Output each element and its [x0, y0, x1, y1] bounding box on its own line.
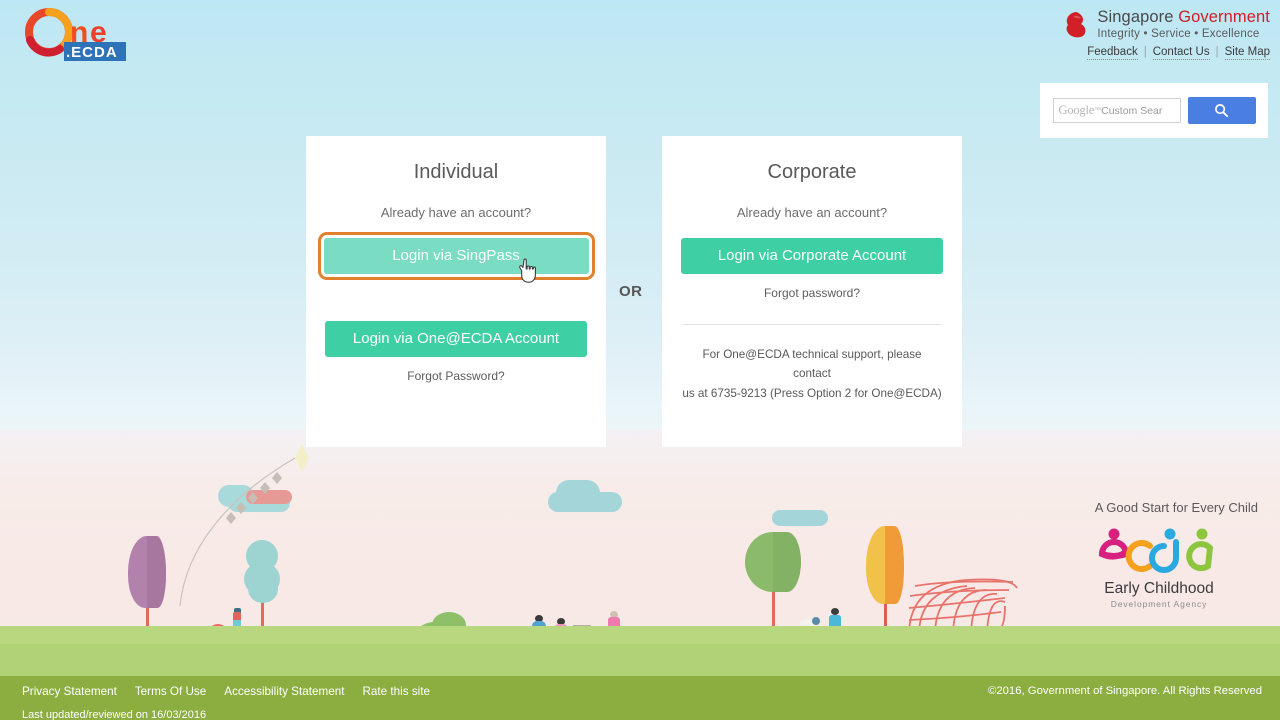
support-line-1: For One@ECDA technical support, please c… [702, 348, 922, 381]
gov-title: Singapore Government [1097, 8, 1270, 27]
individual-card-title: Individual [413, 161, 499, 183]
singapore-lion-icon [1066, 12, 1086, 38]
cloud-icon [556, 480, 600, 506]
agency-name: Early Childhood [1104, 580, 1214, 597]
search-panel: Google ™ Custom Sear [1040, 83, 1268, 138]
gov-motto: Integrity • Service • Excellence [1097, 28, 1260, 40]
gov-title-prefix: Singapore [1097, 8, 1179, 26]
support-line-2: us at 6735-9213 (Press Option 2 for One@… [682, 386, 942, 400]
page-root: n e .ECDA Singapore Government Integrity… [0, 0, 1280, 720]
contact-us-link[interactable]: Contact Us [1152, 46, 1210, 60]
card-divider [683, 324, 941, 325]
corporate-forgot-password-link[interactable]: Forgot password? [662, 286, 962, 300]
forgot-password-link[interactable]: Forgot Password? [306, 369, 606, 383]
accessibility-statement-link[interactable]: Accessibility Statement [224, 685, 344, 698]
tagline: A Good Start for Every Child [1094, 500, 1258, 515]
last-updated-text: Last updated/reviewed on 16/03/2016 [22, 709, 207, 720]
login-via-oneecda-button[interactable]: Login via One@ECDA Account [325, 321, 587, 357]
copyright-text: ©2016, Government of Singapore. All Righ… [988, 685, 1262, 697]
corporate-card-subtitle: Already have an account? [736, 205, 888, 220]
tree-foliage-icon [248, 575, 278, 603]
privacy-statement-link[interactable]: Privacy Statement [22, 685, 117, 698]
corporate-support-text: For One@ECDA technical support, please c… [682, 345, 942, 403]
one-ecda-logo[interactable]: n e .ECDA [22, 6, 154, 66]
login-via-corporate-account-button[interactable]: Login via Corporate Account [681, 238, 943, 274]
ecda-agency-logo: Early Childhood Development Agency [1084, 528, 1234, 609]
or-divider-label: OR [619, 283, 643, 300]
search-placeholder-text: Custom Sear [1101, 104, 1163, 117]
individual-login-card: Individual Already have an account? Logi… [306, 136, 606, 447]
search-icon [1215, 104, 1229, 118]
tree-foliage-shade [147, 536, 166, 608]
mouse-cursor-pointer-hand [518, 258, 540, 286]
corporate-login-card: Corporate Already have an account? Login… [662, 136, 962, 447]
cloud-icon [772, 510, 828, 526]
link-separator: | [1215, 46, 1219, 58]
ecda-children-icon [1098, 528, 1214, 573]
feedback-link[interactable]: Feedback [1087, 46, 1138, 60]
search-input[interactable]: Google ™ Custom Sear [1052, 98, 1181, 123]
trademark-mark: ™ [1094, 107, 1102, 114]
link-separator: | [1143, 46, 1147, 58]
tree-foliage-shade [773, 532, 801, 592]
search-button[interactable] [1187, 97, 1256, 124]
login-via-singpass-button[interactable]: Login via SingPass [317, 232, 595, 280]
svg-text:.ECDA: .ECDA [66, 44, 118, 61]
gov-links: Feedback | Contact Us | Site Map [1063, 46, 1270, 60]
google-wordmark: Google [1058, 103, 1095, 117]
individual-card-subtitle: Already have an account? [380, 205, 532, 220]
gov-title-highlight: Government [1178, 8, 1270, 26]
corporate-card-title: Corporate [767, 161, 857, 183]
site-map-link[interactable]: Site Map [1224, 46, 1270, 60]
agency-subname: Development Agency [1110, 599, 1208, 609]
terms-of-use-link[interactable]: Terms Of Use [135, 685, 206, 698]
footer-links: Privacy Statement Terms Of Use Accessibili… [22, 685, 448, 698]
singapore-government-header: Singapore Government Integrity • Service… [1063, 8, 1270, 60]
tree-foliage-shade [885, 526, 904, 604]
rate-this-site-link[interactable]: Rate this site [362, 685, 430, 698]
